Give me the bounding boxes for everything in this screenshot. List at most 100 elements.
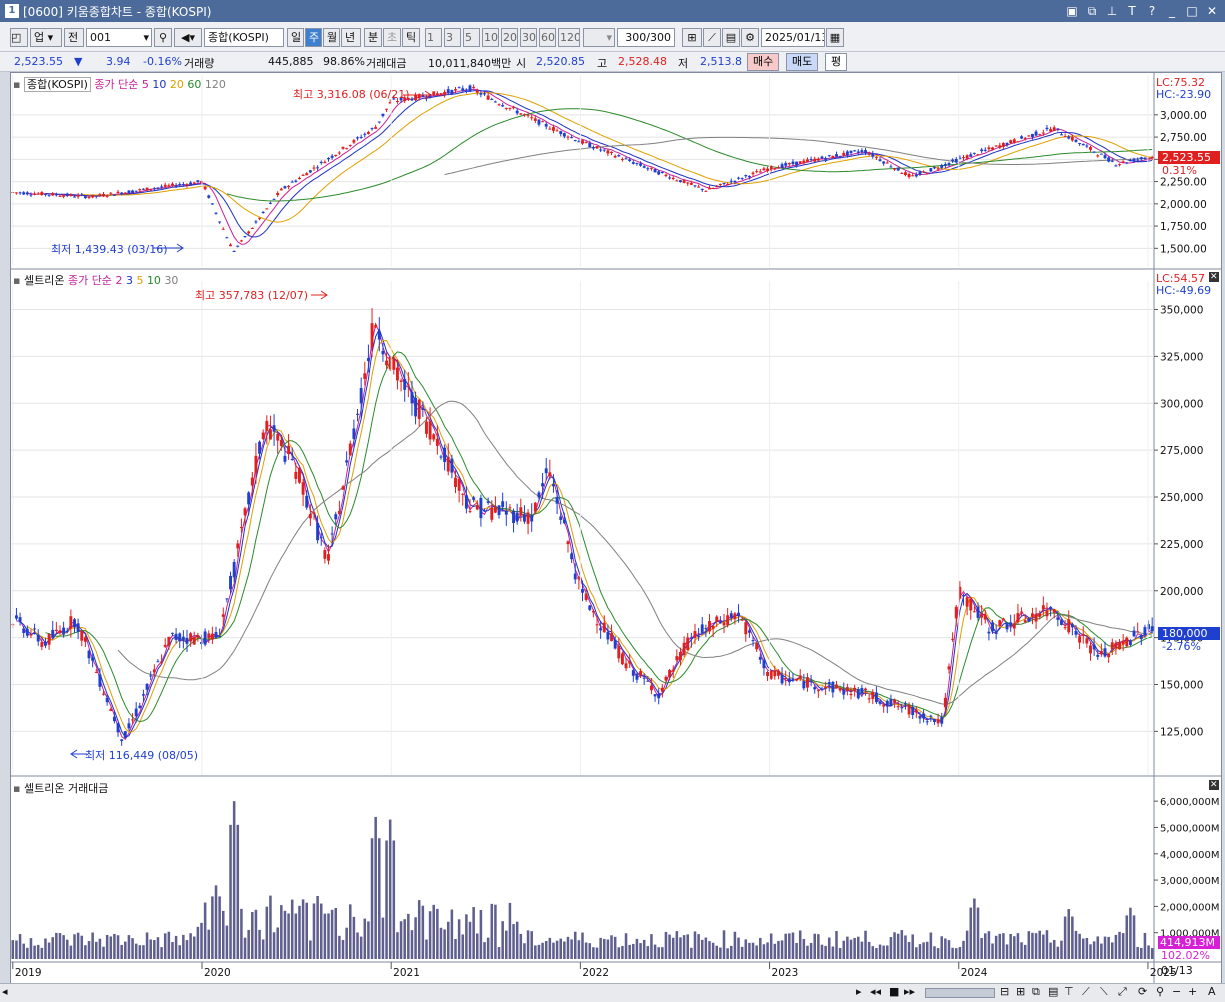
kospi-candle <box>370 128 374 130</box>
refresh-icon[interactable]: ⟳ <box>1138 985 1147 998</box>
export-icon[interactable]: ⤢ <box>1118 985 1127 999</box>
print-icon[interactable]: ▤ <box>1048 985 1058 998</box>
interval-10[interactable]: 10 <box>482 28 499 47</box>
volume-bar <box>465 914 468 959</box>
text-icon[interactable]: T <box>1123 0 1141 22</box>
grid-icon[interactable]: ⊞ <box>682 28 702 47</box>
average-button[interactable]: 평 <box>825 53 848 71</box>
stop-icon[interactable]: ■ <box>889 985 899 998</box>
zoom-out-icon[interactable]: − <box>1172 985 1181 998</box>
chart-list-icon[interactable]: ◰ <box>10 28 28 47</box>
period-month[interactable]: 월 <box>323 28 340 47</box>
copy-icon[interactable]: ⧉ <box>1032 985 1040 999</box>
period-week[interactable]: 주 <box>305 28 322 47</box>
chart-area[interactable]: 3,000.002,750.002,500.002,250.002,000.00… <box>10 72 1222 984</box>
gear-icon[interactable]: ⚙ <box>741 28 759 47</box>
play-icon[interactable]: ▸▸ <box>904 985 915 998</box>
scroll-right-icon[interactable]: ▸ <box>856 985 862 998</box>
interval-20[interactable]: 20 <box>501 28 518 47</box>
panel-handle-icon[interactable]: ▪ <box>13 78 20 91</box>
scroll-bar[interactable]: ◂ ▸ ◂◂ ■ ▸▸ ⊟ ⊞ ⧉ ▤ ⊤ ⟋ ⟍ ⤢ ⟳ ⚲ − + A <box>0 983 1225 1002</box>
prev-button[interactable]: 전 <box>64 28 84 47</box>
chart-canvas[interactable]: 3,000.002,750.002,500.002,250.002,000.00… <box>11 73 1221 983</box>
panel-handle-icon[interactable]: ▪ <box>13 274 20 287</box>
layout-icon[interactable]: ⊞ <box>1016 985 1025 998</box>
kospi-candle <box>624 158 628 160</box>
restore-icon[interactable]: ⧉ <box>1083 0 1101 22</box>
zoom-in-icon[interactable]: + <box>1188 985 1197 998</box>
kospi-candle <box>218 221 222 223</box>
kospi-candle <box>526 114 530 116</box>
speaker-icon[interactable]: ◀▾ <box>174 28 202 47</box>
line-icon[interactable]: ⟍ <box>1100 985 1108 999</box>
celltrion-candle <box>657 693 661 699</box>
trend-icon[interactable]: ⟋ <box>1082 985 1090 999</box>
kospi-candle <box>882 161 886 164</box>
volume-bar <box>73 934 76 959</box>
interval-select[interactable]: ▾ <box>583 28 615 47</box>
volume-bar <box>171 942 174 959</box>
interval-3[interactable]: 3 <box>444 28 461 47</box>
panel-close-icon[interactable]: ✕ <box>1209 272 1219 282</box>
font-size-icon[interactable]: A <box>1208 985 1216 998</box>
interval-1[interactable]: 1 <box>425 28 442 47</box>
volume-bar <box>922 942 925 959</box>
period-day[interactable]: 일 <box>287 28 304 47</box>
market-select[interactable]: 업 ▾ <box>30 28 62 47</box>
stock-name-field[interactable]: 종합(KOSPI) <box>204 28 284 47</box>
search-icon[interactable]: ⚲ <box>154 28 172 47</box>
celltrion-candle <box>428 421 432 440</box>
celltrion-candle <box>856 689 860 699</box>
interval-30[interactable]: 30 <box>520 28 537 47</box>
celltrion-ma-line <box>27 339 1153 733</box>
panel-handle-icon[interactable]: ▪ <box>13 782 20 795</box>
sell-button[interactable]: 매도 <box>786 53 819 71</box>
volume-bar <box>788 933 791 959</box>
save-icon[interactable]: ▤ <box>722 28 740 47</box>
celltrion-candle <box>668 670 672 677</box>
celltrion-candle <box>134 708 138 717</box>
pin-icon[interactable]: ⊥ <box>1103 0 1121 22</box>
zoom-search-icon[interactable]: ⚲ <box>1156 985 1164 998</box>
period-minute[interactable]: 분 <box>364 28 382 47</box>
kospi-candle <box>1114 165 1118 167</box>
code-input[interactable]: 001 ▾ <box>86 28 152 47</box>
buy-button[interactable]: 매수 <box>747 53 780 71</box>
close-icon[interactable]: ✕ <box>1203 0 1221 22</box>
period-tick[interactable]: 틱 <box>402 28 420 47</box>
celltrion-legend-name[interactable]: 셀트리온 <box>24 274 64 287</box>
volume-bar <box>639 943 642 959</box>
minimize-icon[interactable]: _ <box>1163 0 1181 22</box>
celltrion-candle <box>889 698 893 706</box>
celltrion-ma-line <box>45 351 1153 723</box>
rewind-icon[interactable]: ◂◂ <box>870 985 881 998</box>
volume-legend-name[interactable]: 셀트리온 거래대금 <box>24 782 108 795</box>
date-field[interactable]: 2025/01/13 <box>761 28 825 47</box>
line-tool-icon[interactable]: ⟋ <box>703 28 721 47</box>
interval-120[interactable]: 120 <box>558 28 580 47</box>
celltrion-candle <box>312 512 316 515</box>
celltrion-candle <box>47 634 51 645</box>
period-year[interactable]: 년 <box>341 28 361 47</box>
scroll-left-icon[interactable]: ◂ <box>2 985 8 998</box>
volume-bar <box>925 941 929 959</box>
kospi-legend-name[interactable]: 종합(KOSPI) <box>23 77 91 92</box>
interval-5[interactable]: 5 <box>463 28 480 47</box>
count-field[interactable]: 300/300 <box>617 28 675 47</box>
maximize-icon[interactable]: □ <box>1183 0 1201 22</box>
celltrion-candle <box>874 692 878 703</box>
calendar-icon[interactable]: ▦ <box>826 28 844 47</box>
interval-60[interactable]: 60 <box>539 28 556 47</box>
volume-bar <box>120 944 123 959</box>
celltrion-candle <box>537 492 541 498</box>
period-second[interactable]: 초 <box>383 28 401 47</box>
celltrion-candle <box>845 687 849 692</box>
help-icon[interactable]: ? <box>1143 0 1161 22</box>
panel-close-icon[interactable]: ✕ <box>1209 780 1219 790</box>
volume-bar <box>1136 946 1139 959</box>
zoom-slider[interactable] <box>925 988 995 998</box>
crosshair-icon[interactable]: ⊤ <box>1064 985 1074 998</box>
celltrion-candle <box>116 722 120 733</box>
layout-icon[interactable]: ▣ <box>1063 0 1081 22</box>
tool-icon[interactable]: ⊟ <box>1000 985 1009 998</box>
